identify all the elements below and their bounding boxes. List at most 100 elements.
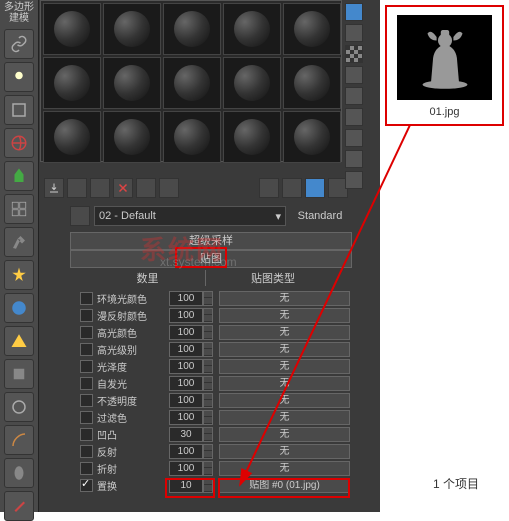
spinner-buttons[interactable] xyxy=(203,342,213,357)
amount-spinner[interactable]: 100 xyxy=(169,308,203,323)
map-checkbox[interactable] xyxy=(80,479,93,492)
material-slot[interactable] xyxy=(223,111,281,163)
material-slot[interactable] xyxy=(283,3,341,55)
map-label: 漫反射颜色 xyxy=(97,308,169,323)
map-slot-button[interactable]: 无 xyxy=(219,359,350,374)
map-slot-button[interactable]: 无 xyxy=(219,427,350,442)
material-slot[interactable] xyxy=(283,111,341,163)
map-checkbox[interactable] xyxy=(80,462,93,475)
map-checkbox[interactable] xyxy=(80,309,93,322)
show-map-button[interactable] xyxy=(136,178,156,198)
map-slot-button[interactable]: 无 xyxy=(219,308,350,323)
map-checkbox[interactable] xyxy=(80,343,93,356)
spinner-buttons[interactable] xyxy=(203,359,213,374)
side-btn-1[interactable] xyxy=(345,3,363,21)
tool-lathe-icon[interactable] xyxy=(4,458,34,488)
assign-button[interactable] xyxy=(90,178,110,198)
tool-warning-icon[interactable] xyxy=(4,326,34,356)
map-slot-button[interactable]: 无 xyxy=(219,461,350,476)
material-name-dropdown[interactable]: 02 - Default ▾ xyxy=(94,206,286,226)
side-btn-5[interactable] xyxy=(345,87,363,105)
amount-spinner[interactable]: 100 xyxy=(169,461,203,476)
tool-link-icon[interactable] xyxy=(4,29,34,59)
get-material-button[interactable] xyxy=(44,178,64,198)
map-slot-button[interactable]: 无 xyxy=(219,410,350,425)
spinner-buttons[interactable] xyxy=(203,427,213,442)
spinner-buttons[interactable] xyxy=(203,325,213,340)
material-slot[interactable] xyxy=(283,57,341,109)
material-slot[interactable] xyxy=(163,111,221,163)
amount-spinner[interactable]: 100 xyxy=(169,325,203,340)
map-checkbox[interactable] xyxy=(80,377,93,390)
map-checkbox[interactable] xyxy=(80,411,93,424)
eyedropper-icon[interactable] xyxy=(70,206,90,226)
tool-grid-icon[interactable] xyxy=(4,194,34,224)
map-checkbox[interactable] xyxy=(80,445,93,458)
map-slot-button[interactable]: 无 xyxy=(219,291,350,306)
side-btn-2[interactable] xyxy=(345,24,363,42)
material-slot[interactable] xyxy=(43,3,101,55)
tool-sphere-blue-icon[interactable] xyxy=(4,293,34,323)
map-checkbox[interactable] xyxy=(80,292,93,305)
material-slot[interactable] xyxy=(163,3,221,55)
material-slot[interactable] xyxy=(163,57,221,109)
side-btn-6[interactable] xyxy=(345,108,363,126)
amount-spinner[interactable]: 100 xyxy=(169,342,203,357)
delete-button[interactable] xyxy=(113,178,133,198)
material-type-button[interactable]: Standard xyxy=(290,210,350,222)
tool-bend-icon[interactable] xyxy=(4,425,34,455)
material-slot[interactable] xyxy=(43,111,101,163)
nav-parent-button[interactable] xyxy=(259,178,279,198)
tool-scale-icon[interactable] xyxy=(4,95,34,125)
spinner-buttons[interactable] xyxy=(203,308,213,323)
side-btn-checker-icon[interactable] xyxy=(345,45,363,63)
tool-star-icon[interactable] xyxy=(4,260,34,290)
material-toolbar xyxy=(40,175,352,201)
map-checkbox[interactable] xyxy=(80,326,93,339)
spinner-buttons[interactable] xyxy=(203,376,213,391)
map-slot-button[interactable]: 无 xyxy=(219,325,350,340)
spinner-buttons[interactable] xyxy=(203,410,213,425)
amount-spinner[interactable]: 100 xyxy=(169,376,203,391)
nav-sibling-button[interactable] xyxy=(282,178,302,198)
spinner-buttons[interactable] xyxy=(203,461,213,476)
tool-light-icon[interactable] xyxy=(4,62,34,92)
amount-spinner[interactable]: 100 xyxy=(169,291,203,306)
amount-spinner[interactable]: 100 xyxy=(169,410,203,425)
options-button[interactable] xyxy=(159,178,179,198)
side-btn-8[interactable] xyxy=(345,150,363,168)
map-checkbox[interactable] xyxy=(80,428,93,441)
spinner-buttons[interactable] xyxy=(203,393,213,408)
tool-hammer-icon[interactable] xyxy=(4,227,34,257)
tool-box-icon[interactable] xyxy=(4,359,34,389)
map-checkbox[interactable] xyxy=(80,394,93,407)
map-slot-button[interactable]: 无 xyxy=(219,444,350,459)
tool-marker-icon[interactable] xyxy=(4,161,34,191)
tool-paint-icon[interactable] xyxy=(4,491,34,521)
map-slot-button[interactable]: 无 xyxy=(219,376,350,391)
map-checkbox[interactable] xyxy=(80,360,93,373)
map-slot-button[interactable]: 无 xyxy=(219,393,350,408)
amount-spinner[interactable]: 30 xyxy=(169,427,203,442)
material-slot[interactable] xyxy=(223,3,281,55)
material-slot[interactable] xyxy=(103,111,161,163)
tool-globe-icon[interactable] xyxy=(4,128,34,158)
amount-spinner[interactable]: 100 xyxy=(169,444,203,459)
spinner-buttons[interactable] xyxy=(203,291,213,306)
amount-spinner[interactable]: 100 xyxy=(169,359,203,374)
side-btn-9[interactable] xyxy=(345,171,363,189)
material-slot[interactable] xyxy=(103,3,161,55)
annotation-box xyxy=(218,478,350,498)
amount-spinner[interactable]: 100 xyxy=(169,393,203,408)
side-btn-4[interactable] xyxy=(345,66,363,84)
material-slot[interactable] xyxy=(43,57,101,109)
tool-loop-icon[interactable] xyxy=(4,392,34,422)
file-thumbnail[interactable]: 01.jpg xyxy=(385,5,504,126)
spinner-buttons[interactable] xyxy=(203,444,213,459)
material-slot[interactable] xyxy=(223,57,281,109)
material-slot[interactable] xyxy=(103,57,161,109)
put-material-button[interactable] xyxy=(67,178,87,198)
side-btn-7[interactable] xyxy=(345,129,363,147)
map-slot-button[interactable]: 无 xyxy=(219,342,350,357)
pick-button[interactable] xyxy=(305,178,325,198)
